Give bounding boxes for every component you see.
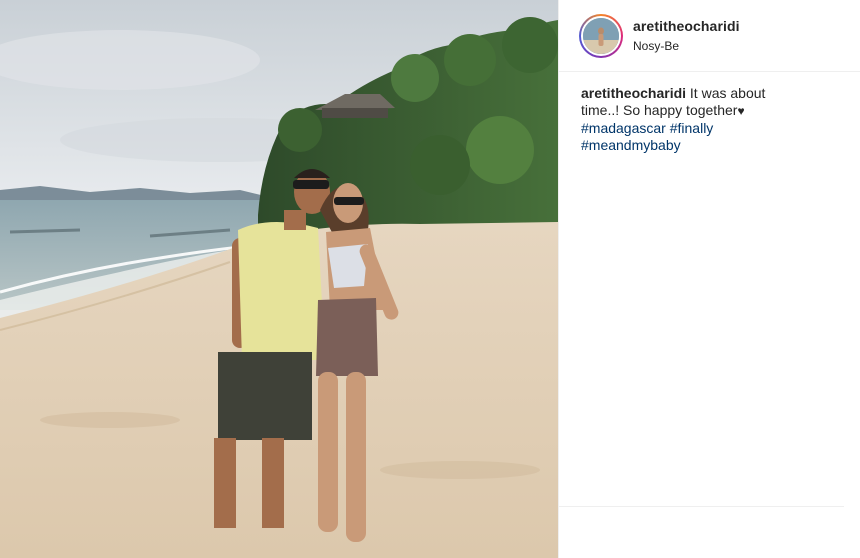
hashtag-meandmybaby[interactable]: #meandmybaby — [581, 137, 681, 153]
avatar-story-ring[interactable] — [579, 14, 623, 58]
avatar[interactable] — [581, 16, 621, 56]
hashtag-finally[interactable]: #finally — [670, 120, 714, 136]
post-header-text: aretitheocharidi Nosy-Be — [633, 14, 740, 53]
instagram-post: aretitheocharidi Nosy-Be aretitheocharid… — [0, 0, 860, 558]
post-photo[interactable] — [0, 0, 558, 558]
author-username[interactable]: aretitheocharidi — [633, 18, 740, 34]
hashtag-madagascar[interactable]: #madagascar — [581, 120, 666, 136]
post-location[interactable]: Nosy-Be — [633, 39, 740, 53]
caption-username[interactable]: aretitheocharidi — [581, 85, 686, 101]
beach-couple-photo — [0, 0, 558, 558]
heart-icon: ♥ — [737, 104, 745, 118]
divider — [559, 506, 844, 507]
post-caption: aretitheocharidi It was about time..! So… — [559, 72, 809, 154]
post-header: aretitheocharidi Nosy-Be — [559, 0, 860, 72]
profile-avatar-icon — [583, 18, 619, 54]
post-side-panel: aretitheocharidi Nosy-Be aretitheocharid… — [558, 0, 860, 558]
